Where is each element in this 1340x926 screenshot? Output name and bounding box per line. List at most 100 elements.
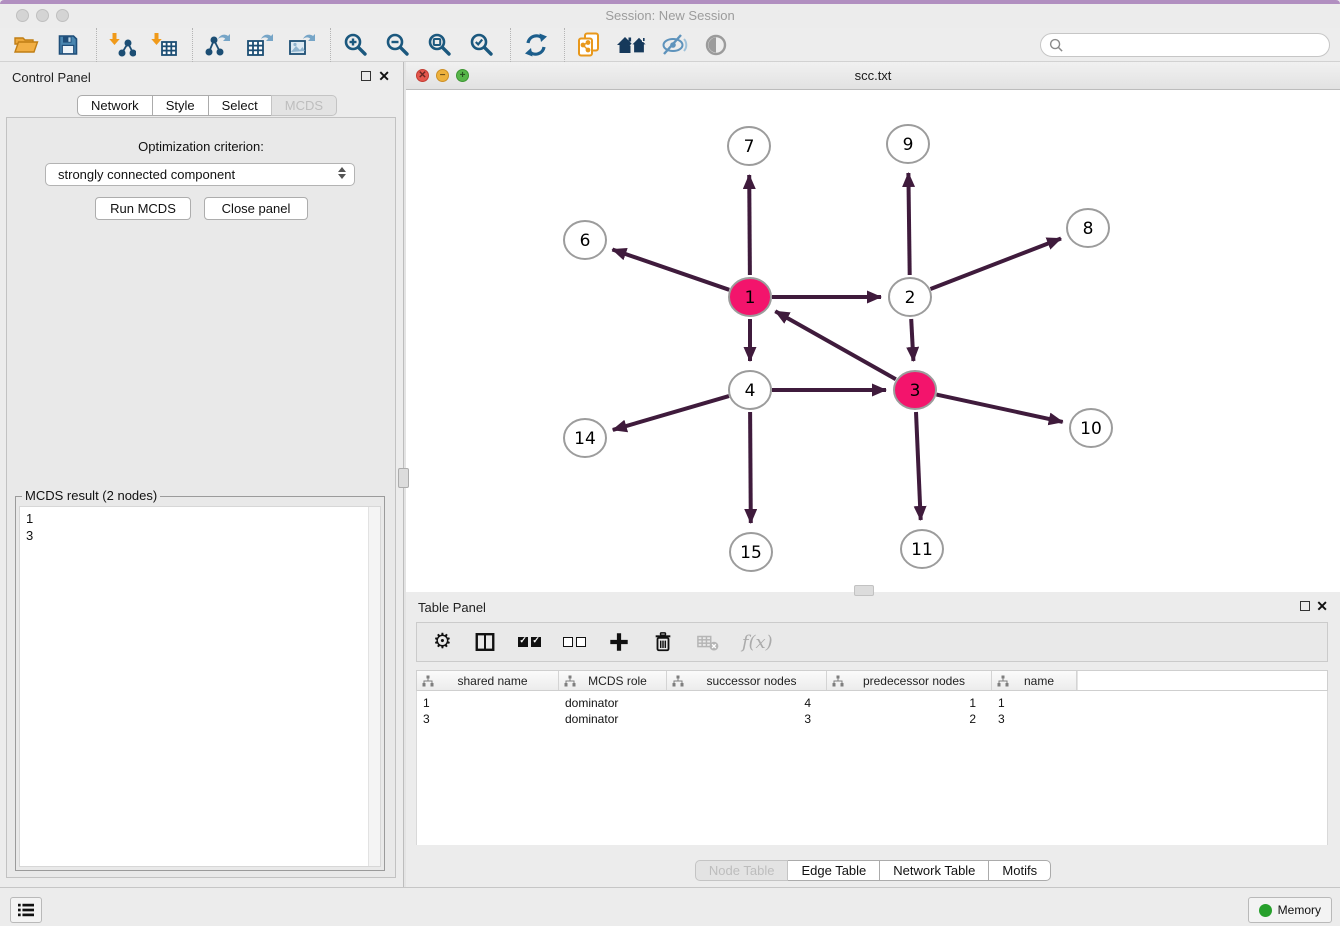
export-table-icon[interactable] <box>244 31 276 59</box>
graph-node-11[interactable]: 11 <box>901 530 943 568</box>
memory-button[interactable]: Memory <box>1248 897 1332 923</box>
graph-node-7[interactable]: 7 <box>728 127 770 165</box>
tab-network[interactable]: Network <box>77 95 153 116</box>
tab-network-table[interactable]: Network Table <box>879 860 989 881</box>
svg-text:3: 3 <box>910 381 921 401</box>
main-toolbar <box>0 28 1340 62</box>
graph-edge-2-3[interactable] <box>911 319 913 361</box>
graph-node-6[interactable]: 6 <box>564 221 606 259</box>
vertical-divider-grip[interactable] <box>398 468 409 488</box>
tab-motifs[interactable]: Motifs <box>988 860 1051 881</box>
tab-mcds[interactable]: MCDS <box>271 95 337 116</box>
home-icon[interactable] <box>616 31 648 59</box>
save-icon[interactable] <box>52 31 84 59</box>
cell-shared-name[interactable]: 1 <box>417 696 559 710</box>
toolbar-separator <box>192 28 194 62</box>
tab-style[interactable]: Style <box>152 95 209 116</box>
close-panel-button[interactable]: Close panel <box>204 197 308 220</box>
graph-node-1[interactable]: 1 <box>729 278 771 316</box>
cell-successor-nodes[interactable]: 3 <box>667 712 827 726</box>
result-scrollbar[interactable] <box>368 507 380 866</box>
show-columns-icon[interactable] <box>474 627 496 657</box>
graph-node-15[interactable]: 15 <box>730 533 772 571</box>
export-image-icon[interactable] <box>286 31 318 59</box>
open-folder-icon[interactable] <box>10 31 42 59</box>
refresh-layout-icon[interactable] <box>520 31 552 59</box>
toolbar-separator <box>564 28 566 62</box>
control-panel-header: Control Panel ✕ <box>0 62 403 92</box>
tab-node-table[interactable]: Node Table <box>695 860 789 881</box>
hide-selected-eye-slash-icon[interactable] <box>658 31 690 59</box>
import-network-icon[interactable] <box>106 31 138 59</box>
graph-edge-2-8[interactable] <box>931 239 1062 290</box>
table-tabs-row: Node TableEdge TableNetwork TableMotifs <box>406 860 1340 881</box>
search-input[interactable] <box>1069 37 1313 53</box>
graph-node-9[interactable]: 9 <box>887 125 929 163</box>
delete-column-trash-icon[interactable] <box>652 627 674 657</box>
export-network-icon[interactable] <box>202 31 234 59</box>
svg-text:10: 10 <box>1080 419 1102 439</box>
graph-edge-1-6[interactable] <box>612 250 729 290</box>
optimization-criterion-dropdown[interactable]: strongly connected component <box>45 163 355 186</box>
graph-node-14[interactable]: 14 <box>564 419 606 457</box>
cell-predecessor-nodes[interactable]: 1 <box>827 696 992 710</box>
float-panel-icon[interactable] <box>361 71 371 81</box>
mcds-result-textarea[interactable]: 1 3 <box>19 506 381 867</box>
cell-predecessor-nodes[interactable]: 2 <box>827 712 992 726</box>
create-column-plus-icon[interactable] <box>608 627 630 657</box>
task-list-icon <box>17 902 35 918</box>
graph-edge-1-7[interactable] <box>749 175 750 275</box>
graph-edge-4-15[interactable] <box>750 412 751 523</box>
import-table-icon[interactable] <box>148 31 180 59</box>
cell-successor-nodes[interactable]: 4 <box>667 696 827 710</box>
close-panel-icon[interactable]: ✕ <box>1316 598 1328 615</box>
toolbar-search-field[interactable] <box>1040 33 1330 57</box>
network-window-title: scc.txt <box>406 68 1340 83</box>
zoom-in-icon[interactable] <box>340 31 372 59</box>
zoom-selected-icon[interactable] <box>466 31 498 59</box>
show-hidden-eye-icon[interactable] <box>700 31 732 59</box>
zoom-out-icon[interactable] <box>382 31 414 59</box>
node-table: shared nameMCDS rolesuccessor nodesprede… <box>416 670 1328 845</box>
graph-edge-3-10[interactable] <box>937 395 1063 422</box>
graph-node-10[interactable]: 10 <box>1070 409 1112 447</box>
cell-mcds-role[interactable]: dominator <box>559 712 667 726</box>
run-mcds-button[interactable]: Run MCDS <box>95 197 191 220</box>
clone-network-icon[interactable] <box>574 31 606 59</box>
graph-edge-4-14[interactable] <box>613 396 729 430</box>
cell-mcds-role[interactable]: dominator <box>559 696 667 710</box>
column-header-shared-name[interactable]: shared name <box>417 671 559 690</box>
cell-name[interactable]: 1 <box>992 696 1077 710</box>
column-header-name[interactable]: name <box>992 671 1077 690</box>
mcds-result-values: 1 3 <box>26 510 33 544</box>
search-icon <box>1049 38 1064 53</box>
table-settings-gear-icon[interactable]: ⚙ <box>433 627 452 657</box>
graph-edge-3-1[interactable] <box>775 311 896 379</box>
graph-node-8[interactable]: 8 <box>1067 209 1109 247</box>
zoom-fit-icon[interactable] <box>424 31 456 59</box>
network-canvas[interactable]: 7 9 6 8 1 2 4 3 14 10 15 11 <box>406 90 1340 592</box>
status-bar: Memory <box>0 887 1340 926</box>
horizontal-divider-grip[interactable] <box>854 585 874 596</box>
graph-edge-2-9[interactable] <box>908 173 909 275</box>
graph-node-2[interactable]: 2 <box>889 278 931 316</box>
close-panel-icon[interactable]: ✕ <box>378 68 390 85</box>
task-history-button[interactable] <box>10 897 42 923</box>
tab-select[interactable]: Select <box>208 95 272 116</box>
graph-node-4[interactable]: 4 <box>729 371 771 409</box>
table-row[interactable]: 3dominator323 <box>417 711 1327 727</box>
cell-shared-name[interactable]: 3 <box>417 712 559 726</box>
table-toolbar: ⚙ f(x) <box>416 622 1328 662</box>
deselect-all-columns-icon[interactable] <box>563 627 586 657</box>
table-row[interactable]: 1dominator411 <box>417 695 1327 711</box>
column-header-successor-nodes[interactable]: successor nodes <box>667 671 827 690</box>
graph-node-3[interactable]: 3 <box>894 371 936 409</box>
function-builder-icon: f(x) <box>742 627 773 657</box>
column-header-predecessor-nodes[interactable]: predecessor nodes <box>827 671 992 690</box>
select-all-columns-icon[interactable] <box>518 627 541 657</box>
graph-edge-3-11[interactable] <box>916 412 921 520</box>
cell-name[interactable]: 3 <box>992 712 1077 726</box>
float-panel-icon[interactable] <box>1300 601 1310 611</box>
column-header-mcds-role[interactable]: MCDS role <box>559 671 667 690</box>
tab-edge-table[interactable]: Edge Table <box>787 860 880 881</box>
